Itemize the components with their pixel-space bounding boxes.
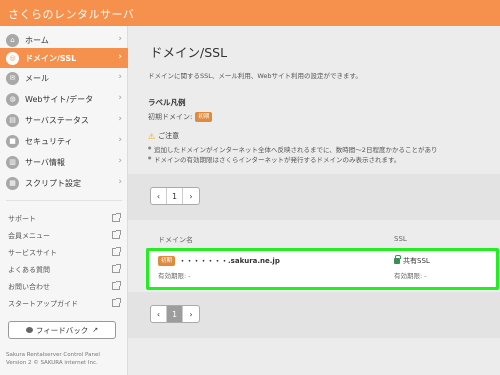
page-description: ドメインに関するSSL、メール利用、Webサイト利用の設定ができます。 — [148, 72, 362, 80]
notice-line: ドメインの有効期限はさくらインターネットが発行するドメインのみ表示されます。 — [148, 154, 400, 164]
link-label: よくある質問 — [8, 266, 50, 274]
external-link-icon — [112, 298, 121, 307]
link-support[interactable]: サポート — [8, 212, 121, 226]
home-icon: ⌂ — [6, 33, 19, 47]
chevron-right-icon: › — [118, 34, 122, 44]
initial-domain-badge: 初期 — [195, 112, 213, 122]
sidebar-item-label: サーバ情報 — [25, 157, 65, 167]
next-page-button[interactable]: › — [183, 306, 199, 322]
legend-heading: ラベル凡例 — [148, 98, 186, 107]
sidebar: ⌂ ホーム › ◎ ドメイン/SSL › ✉ メール › ◍ Webサイト/デー… — [0, 26, 128, 375]
sidebar-item-domain-ssl[interactable]: ◎ ドメイン/SSL › — [0, 48, 128, 68]
link-label: スタートアップガイド — [8, 300, 78, 308]
chart-icon: ▤ — [6, 113, 19, 127]
notice-line: 追加したドメインがインターネット全体へ反映されるまでに、数時間〜2日程度かかるこ… — [148, 144, 437, 154]
chevron-right-icon: › — [118, 52, 122, 62]
link-label: 会員メニュー — [8, 232, 50, 240]
lock-icon: ■ — [6, 134, 19, 148]
chevron-right-icon: › — [118, 177, 122, 187]
warning-icon: ⚠ — [148, 131, 156, 141]
notice-heading: ⚠ ご注意 — [148, 131, 179, 141]
pagination: ‹ 1 › — [150, 187, 200, 205]
pagination-band-top: ‹ 1 › — [128, 174, 500, 220]
sidebar-item-label: サーバステータス — [25, 115, 89, 125]
link-startup-guide[interactable]: スタートアップガイド — [8, 297, 121, 311]
pagination-band-bottom: ‹ 1 › — [128, 292, 500, 338]
globe-icon: ◍ — [6, 92, 19, 106]
mail-icon: ✉ — [6, 71, 19, 85]
feedback-label: フィードバック — [35, 325, 89, 335]
external-link-icon — [112, 281, 121, 290]
sidebar-item-label: ホーム — [25, 35, 49, 45]
page-title: ドメイン/SSL — [150, 45, 228, 60]
external-link-icon — [112, 213, 121, 222]
sidebar-item-server-status[interactable]: ▤ サーバステータス › — [0, 110, 128, 130]
prev-page-button[interactable]: ‹ — [151, 306, 167, 322]
link-member-menu[interactable]: 会員メニュー — [8, 229, 121, 243]
link-label: サポート — [8, 215, 36, 223]
link-label: お問い合わせ — [8, 283, 50, 291]
sidebar-item-mail[interactable]: ✉ メール › — [0, 68, 128, 88]
sidebar-item-server-info[interactable]: ▥ サーバ情報 › — [0, 152, 128, 172]
sidebar-item-website-data[interactable]: ◍ Webサイト/データ › — [0, 89, 128, 109]
sidebar-item-label: メール — [25, 73, 49, 83]
server-icon: ▥ — [6, 155, 19, 169]
sidebar-divider — [6, 200, 122, 201]
next-page-button[interactable]: › — [183, 188, 199, 204]
external-link-icon — [112, 247, 121, 256]
sidebar-item-label: ドメイン/SSL — [25, 53, 77, 63]
link-label: サービスサイト — [8, 249, 57, 257]
external-link-icon — [112, 230, 121, 239]
column-header-ssl: SSL — [394, 235, 407, 243]
script-icon: ▦ — [6, 176, 19, 190]
external-link-icon — [112, 264, 121, 273]
sidebar-item-home[interactable]: ⌂ ホーム › — [0, 30, 128, 50]
row-highlight-frame — [146, 248, 499, 290]
domain-icon: ◎ — [6, 51, 19, 65]
column-header-domain: ドメイン名 — [158, 236, 193, 244]
pagination: ‹ 1 › — [150, 305, 200, 323]
brand-logo-text[interactable]: さくらのレンタルサーバ — [8, 6, 134, 22]
prev-page-button[interactable]: ‹ — [151, 188, 167, 204]
page-1-button[interactable]: 1 — [167, 188, 183, 204]
chevron-right-icon: › — [118, 156, 122, 166]
chevron-right-icon: › — [118, 72, 122, 82]
chevron-right-icon: › — [118, 135, 122, 145]
top-bar: さくらのレンタルサーバ — [0, 0, 500, 26]
footer-copyright: Version 2 © SAKURA internet Inc. — [6, 360, 98, 366]
sidebar-item-label: セキュリティ — [25, 136, 73, 146]
legend-label: 初期ドメイン: — [148, 113, 193, 121]
sidebar-item-label: Webサイト/データ — [25, 94, 94, 104]
chevron-right-icon: › — [118, 93, 122, 103]
sidebar-item-security[interactable]: ■ セキュリティ › — [0, 131, 128, 151]
chat-bubble-icon — [25, 327, 33, 333]
main-content: ドメイン/SSL ドメインに関するSSL、メール利用、Webサイト利用の設定がで… — [128, 26, 500, 375]
sidebar-item-label: スクリプト設定 — [25, 178, 81, 188]
external-link-icon: ↗ — [92, 326, 99, 334]
feedback-button[interactable]: フィードバック ↗ — [8, 321, 116, 339]
page-1-button[interactable]: 1 — [167, 306, 183, 322]
notice-heading-label: ご注意 — [158, 132, 180, 140]
link-faq[interactable]: よくある質問 — [8, 263, 121, 277]
sidebar-item-script-settings[interactable]: ▦ スクリプト設定 › — [0, 173, 128, 193]
chevron-right-icon: › — [118, 114, 122, 124]
legend-row: 初期ドメイン: 初期 — [148, 112, 213, 122]
footer-product: Sakura Rentalserver Control Panel — [6, 352, 100, 358]
link-contact[interactable]: お問い合わせ — [8, 280, 121, 294]
link-service-site[interactable]: サービスサイト — [8, 246, 121, 260]
